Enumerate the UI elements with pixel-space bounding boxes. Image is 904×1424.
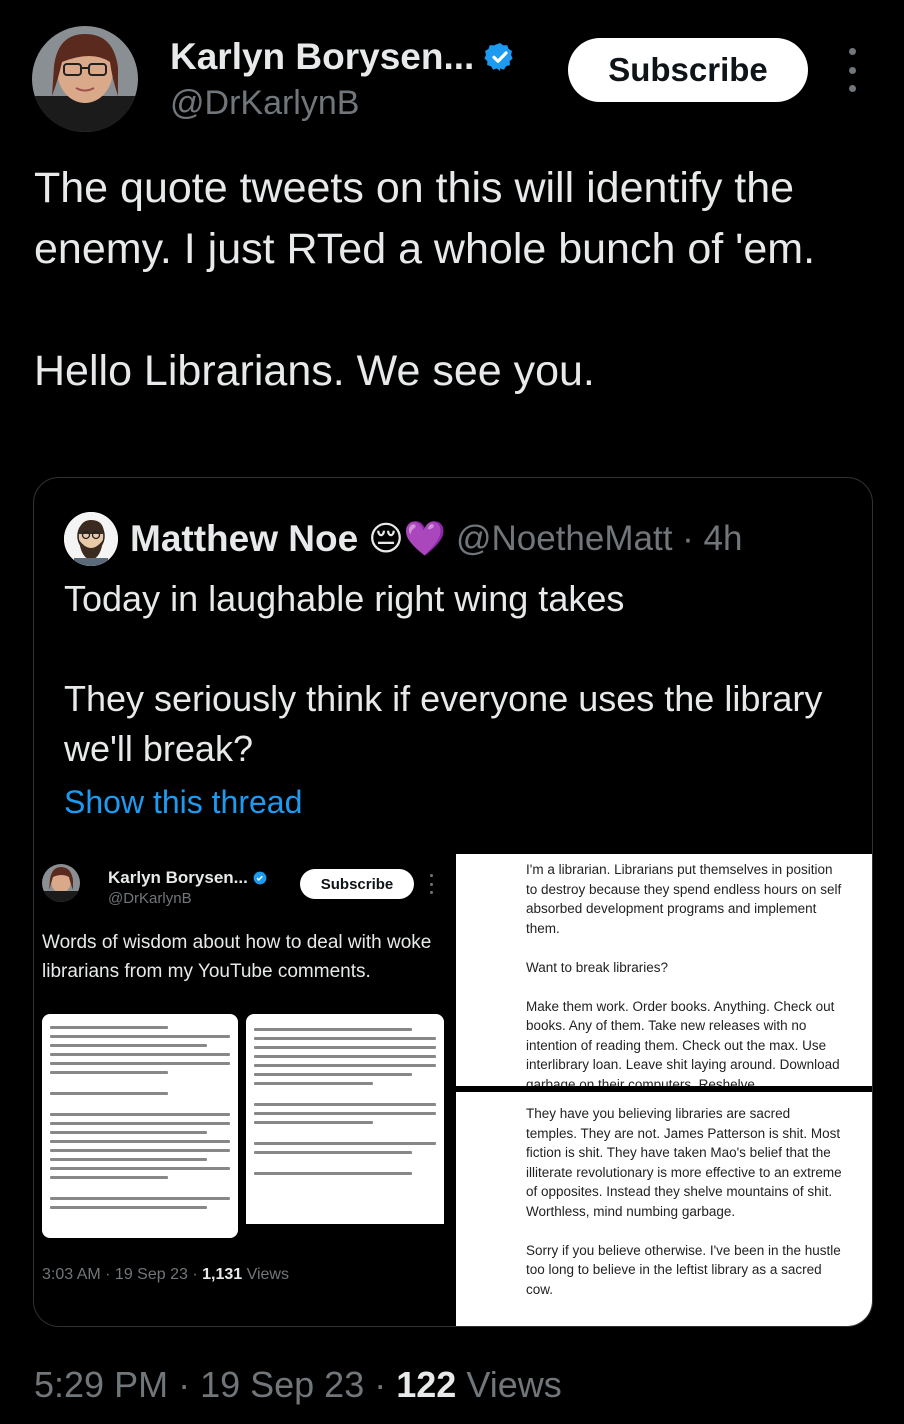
tweet-paragraph-2: Hello Librarians. We see you.	[34, 347, 595, 395]
quoted-author-name[interactable]: Matthew Noe	[130, 518, 358, 560]
quoted-author-emoji: 😔💜	[368, 520, 446, 558]
quoted-author-handle[interactable]: @NoetheMatt · 4h	[456, 519, 743, 559]
mini-views-count: 1,131	[202, 1266, 243, 1283]
media-images-right: I'm a librarian. Librarians put themselv…	[456, 854, 872, 1326]
mini-thumbnail-2	[246, 1014, 444, 1238]
media-image-document-bottom[interactable]: They have you believing libraries are sa…	[456, 1092, 872, 1326]
quoted-media[interactable]: Karlyn Borysen... @DrKarlynB Subscribe W…	[34, 854, 872, 1326]
media-image-screenshot[interactable]: Karlyn Borysen... @DrKarlynB Subscribe W…	[34, 854, 454, 1326]
doc-top-paragraph-2: Want to break libraries?	[526, 959, 669, 975]
doc-bottom-paragraph-1: They have you believing libraries are sa…	[526, 1106, 842, 1219]
quoted-handle-text: @NoetheMatt	[455, 519, 673, 558]
doc-top-paragraph-1: I'm a librarian. Librarians put themselv…	[526, 862, 842, 936]
quoted-paragraph-2: They seriously think if everyone uses th…	[64, 678, 823, 769]
quoted-tweet-header: Matthew Noe 😔💜 @NoetheMatt · 4h	[64, 512, 742, 566]
tweet-text: The quote tweets on this will identify t…	[34, 158, 874, 402]
mini-author-name-text: Karlyn Borysen...	[108, 868, 248, 887]
author-name[interactable]: Karlyn Borysen...	[170, 36, 474, 78]
tweet-meta: 5:29 PM · 19 Sep 23 · 122 Views	[34, 1364, 562, 1405]
mini-author-handle: @DrKarlynB	[108, 890, 192, 907]
author-name-row[interactable]: Karlyn Borysen...	[170, 36, 516, 78]
tweet-header: Karlyn Borysen... @DrKarlynB Subscribe	[32, 26, 872, 136]
tweet-views-count: 122	[396, 1364, 457, 1405]
mini-time: 3:03 AM	[42, 1266, 101, 1283]
author-avatar[interactable]	[32, 26, 138, 132]
doc-top-paragraph-3: Make them work. Order books. Anything. C…	[526, 998, 840, 1087]
tweet-views-label: Views	[466, 1364, 562, 1405]
more-options-icon[interactable]	[842, 48, 862, 92]
tweet-paragraph-1: The quote tweets on this will identify t…	[34, 164, 816, 273]
mini-thumbnail-1	[42, 1014, 238, 1238]
verified-badge-icon	[484, 43, 514, 71]
mini-author-avatar	[42, 864, 80, 902]
media-image-document-top[interactable]: I'm a librarian. Librarians put themselv…	[456, 854, 872, 1087]
mini-more-icon	[430, 874, 436, 894]
mini-tweet-text: Words of wisdom about how to deal with w…	[42, 932, 432, 982]
quoted-tweet[interactable]: Matthew Noe 😔💜 @NoetheMatt · 4h Today in…	[33, 477, 873, 1327]
mini-author-name: Karlyn Borysen...	[108, 868, 267, 888]
author-handle[interactable]: @DrKarlynB	[170, 84, 359, 123]
mini-date: 19 Sep 23	[114, 1266, 188, 1283]
tweet-time[interactable]: 5:29 PM	[34, 1364, 168, 1405]
subscribe-button[interactable]: Subscribe	[568, 38, 808, 102]
quoted-age: 4h	[703, 519, 743, 558]
tweet-date[interactable]: 19 Sep 23	[200, 1364, 364, 1405]
mini-views-label: Views	[246, 1266, 289, 1283]
quoted-tweet-text: Today in laughable right wing takes They…	[64, 574, 844, 774]
mini-verified-badge-icon	[253, 871, 267, 885]
mini-tweet-meta: 3:03 AM · 19 Sep 23 · 1,131 Views	[42, 1266, 289, 1283]
quoted-paragraph-1: Today in laughable right wing takes	[64, 578, 625, 619]
doc-bottom-paragraph-2: Sorry if you believe otherwise. I've bee…	[526, 1242, 841, 1297]
quoted-author-avatar[interactable]	[64, 512, 118, 566]
mini-subscribe-button: Subscribe	[300, 869, 414, 899]
show-thread-link[interactable]: Show this thread	[64, 784, 302, 821]
